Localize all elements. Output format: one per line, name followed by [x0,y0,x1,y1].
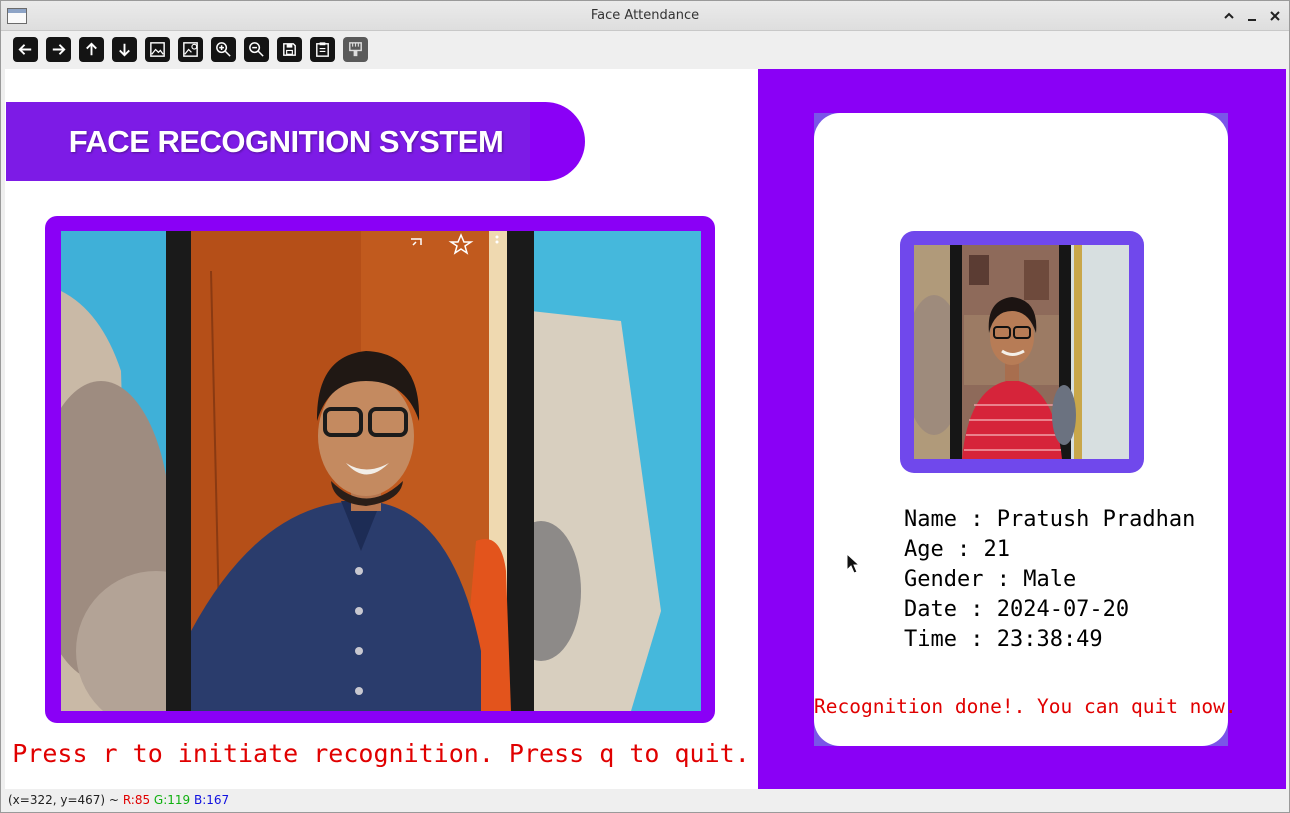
close-button[interactable] [1266,7,1284,25]
pixel-red-value: R:85 [122,793,151,807]
profile-image [914,245,1129,459]
zoom-out-button[interactable] [244,37,269,62]
profile-photo-frame [900,231,1144,473]
image-settings-icon [183,42,198,57]
chevron-up-icon [1224,12,1234,19]
close-icon [1270,11,1280,21]
clipboard-icon [316,42,329,57]
profile-card: Name : Pratush Pradhan Age : 21 Gender :… [814,113,1237,746]
pan-left-button[interactable] [13,37,38,62]
profile-details: Name : Pratush Pradhan Age : 21 Gender :… [904,505,1195,655]
image-icon [150,42,165,57]
name-field: Name : Pratush Pradhan [904,507,1196,532]
properties-icon [349,42,362,57]
camera-feed [61,231,701,711]
cursor-coordinates: (x=322, y=467) ~ [8,793,119,807]
maximize-button[interactable] [1220,7,1238,25]
pixel-blue-value: B:167 [194,793,230,807]
window-title: Face Attendance [590,8,700,23]
instruction-text: Press r to initiate recognition. Press q… [12,739,750,768]
properties-button[interactable] [343,37,368,62]
minimize-button[interactable] [1243,7,1261,25]
date-field: Date : 2024-07-20 [904,597,1130,622]
age-field: Age : 21 [904,537,1010,562]
minimize-icon [1248,19,1256,21]
save-icon [283,43,296,56]
recognition-status: Recognition done!. You can quit now. [814,695,1237,718]
arrow-down-icon [119,43,130,57]
mouse-cursor-icon [846,553,860,574]
zoom-out-icon [249,42,264,57]
copy-button[interactable] [310,37,335,62]
webcam-image [61,231,701,711]
profile-panel: Name : Pratush Pradhan Age : 21 Gender :… [758,69,1286,789]
zoom-original-button[interactable] [178,37,203,62]
zoom-fit-button[interactable] [145,37,170,62]
zoom-in-icon [216,42,231,57]
profile-photo [914,245,1129,459]
title-banner: FACE RECOGNITION SYSTEM [6,102,585,181]
camera-frame [45,216,715,723]
banner-title: FACE RECOGNITION SYSTEM [68,124,504,159]
pixel-green-value: G:119 [153,793,191,807]
pan-right-button[interactable] [46,37,71,62]
app-window: Face Attendance FACE RECOGNITION SYSTEM … [0,0,1290,813]
arrow-left-icon [18,44,32,55]
arrow-up-icon [86,42,97,56]
time-field: Time : 23:38:49 [904,627,1103,652]
pan-up-button[interactable] [79,37,104,62]
toolbar [1,31,1289,67]
pan-down-button[interactable] [112,37,137,62]
save-button[interactable] [277,37,302,62]
title-bar[interactable]: Face Attendance [1,1,1289,31]
arrow-right-icon [52,44,66,55]
status-bar: (x=322, y=467) ~ R:85 G:119 B:167 [1,789,1289,812]
zoom-in-button[interactable] [211,37,236,62]
image-canvas[interactable]: FACE RECOGNITION SYSTEM Press r to initi… [5,69,1286,789]
gender-field: Gender : Male [904,567,1077,592]
